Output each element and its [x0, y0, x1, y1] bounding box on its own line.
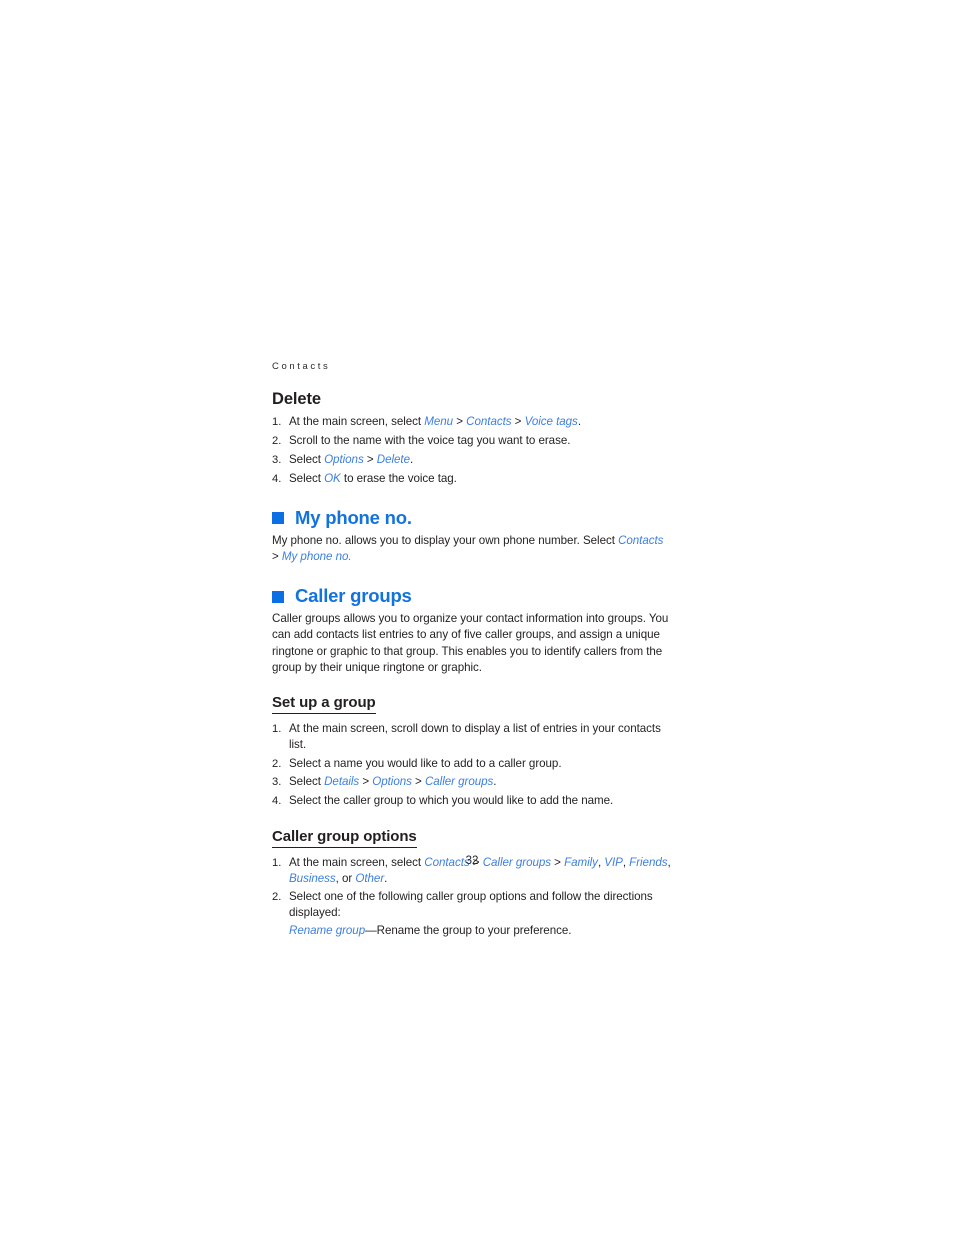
step-text-post: .	[384, 871, 388, 885]
ui-ref-other: Other	[355, 871, 385, 885]
list-item: Select Details > Options > Caller groups…	[272, 774, 672, 790]
separator: >	[453, 415, 467, 429]
list-item: At the main screen, scroll down to displ…	[272, 721, 672, 753]
ui-ref-ok: OK	[324, 471, 341, 485]
separator: >	[511, 415, 525, 429]
separator: , or	[335, 871, 356, 885]
ui-ref-options: Options	[372, 775, 412, 789]
heading-label: My phone no.	[295, 506, 412, 528]
separator: >	[359, 775, 373, 789]
ui-ref-caller-groups: Caller groups	[424, 775, 494, 789]
blue-square-bullet-icon	[272, 590, 284, 603]
heading-delete: Delete	[272, 389, 321, 408]
ui-ref-my-phone-no: My phone no.	[281, 549, 352, 563]
step-text: Scroll to the name with the voice tag yo…	[289, 434, 571, 448]
step-text-pre: Select	[289, 775, 325, 789]
step-text-pre: Select	[289, 471, 325, 485]
ui-ref-business: Business	[289, 871, 336, 885]
list-item: Select a name you would like to add to a…	[272, 756, 672, 772]
list-caller-group-options-steps: At the main screen, select Contacts > Ca…	[272, 855, 672, 939]
ui-ref-contacts: Contacts	[618, 533, 664, 547]
ui-ref-menu: Menu	[424, 415, 454, 429]
paragraph-text-pre: My phone no. allows you to display your …	[272, 533, 619, 547]
step-text: At the main screen, scroll down to displ…	[289, 721, 661, 751]
step-text-post: to erase the voice tag.	[340, 471, 457, 485]
list-item: Select Options > Delete.	[272, 452, 672, 468]
heading-my-phone-no: My phone no.	[272, 507, 672, 528]
ui-ref-options: Options	[324, 452, 364, 466]
ui-ref-rename-group: Rename group	[289, 923, 366, 937]
sub-heading-wrap: Set up a group	[272, 678, 672, 718]
step-text: Select one of the following caller group…	[289, 890, 653, 920]
separator: >	[272, 549, 282, 563]
list-item: At the main screen, select Menu > Contac…	[272, 414, 672, 430]
heading-caller-group-options: Caller group options	[272, 828, 417, 848]
step-text: Select a name you would like to add to a…	[289, 756, 562, 770]
list-set-up-a-group-steps: At the main screen, scroll down to displ…	[272, 721, 672, 809]
page-number: 32	[465, 855, 479, 867]
separator: >	[411, 775, 425, 789]
ui-ref-contacts: Contacts	[466, 415, 512, 429]
heading-label: Caller groups	[295, 585, 412, 607]
step-text-pre: Select	[289, 452, 325, 466]
heading-set-up-a-group: Set up a group	[272, 694, 376, 714]
sub-line-text: —Rename the group to your preference.	[365, 923, 572, 937]
ui-ref-details: Details	[324, 775, 360, 789]
list-item: Scroll to the name with the voice tag yo…	[272, 433, 672, 449]
step-text-post: .	[493, 775, 497, 789]
paragraph-my-phone-no: My phone no. allows you to display your …	[272, 533, 672, 565]
list-delete-steps: At the main screen, select Menu > Contac…	[272, 414, 672, 486]
step-text: Select the caller group to which you wou…	[289, 793, 614, 807]
running-header: Contacts	[272, 361, 331, 372]
step-text-pre: At the main screen, select	[289, 415, 425, 429]
step-text-post: .	[577, 415, 581, 429]
ui-ref-voice-tags: Voice tags	[524, 415, 578, 429]
paragraph-caller-groups-intro: Caller groups allows you to organize you…	[272, 612, 669, 674]
ui-ref-delete: Delete	[376, 452, 410, 466]
list-item: Select one of the following caller group…	[272, 889, 672, 938]
heading-caller-groups: Caller groups	[272, 585, 672, 606]
list-item: Select OK to erase the voice tag.	[272, 471, 672, 487]
blue-square-bullet-icon	[272, 512, 284, 525]
sub-heading-wrap: Caller group options	[272, 812, 672, 852]
step-sub-line: Rename group—Rename the group to your pr…	[289, 923, 672, 939]
list-item: Select the caller group to which you wou…	[272, 793, 672, 809]
step-text-post: .	[410, 452, 414, 466]
separator: >	[363, 452, 377, 466]
